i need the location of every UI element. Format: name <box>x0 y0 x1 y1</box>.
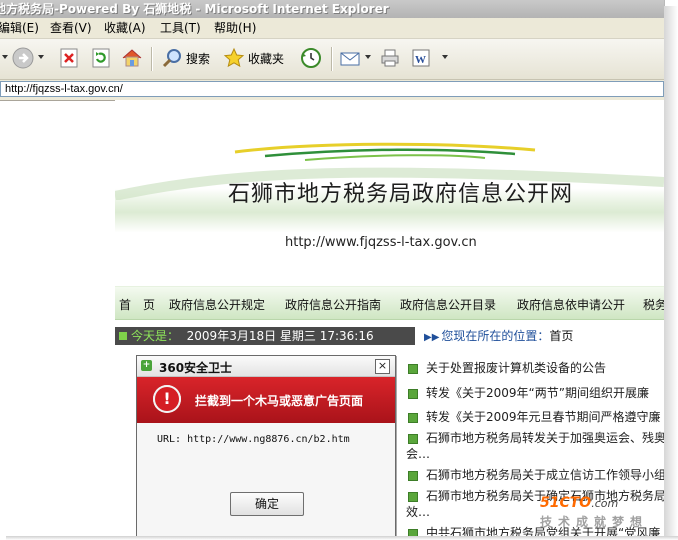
warning-icon: ! <box>153 385 181 413</box>
favorites-button[interactable]: 收藏夹 <box>223 47 284 69</box>
stop-icon <box>60 48 78 68</box>
forward-button[interactable] <box>12 47 34 69</box>
watermark-brand: 51CTO <box>540 495 592 511</box>
location-label: 您现在所在的位置： <box>441 329 550 343</box>
date-panel: 今天是： 2009年3月18日 星期三 17:36:16 <box>115 327 415 345</box>
print-button[interactable] <box>379 47 401 69</box>
news-item-continued: 效… <box>404 505 430 519</box>
svg-text:W: W <box>415 54 426 66</box>
bullet-icon <box>408 364 418 374</box>
edit-icon: W <box>412 49 430 67</box>
news-item[interactable]: 关于处置报废计算机类设备的公告 <box>404 361 606 375</box>
history-button[interactable] <box>300 47 322 69</box>
site-title: 石狮市地方税务局政府信息公开网 <box>228 182 574 207</box>
current-datetime: 2009年3月18日 星期三 17:36:16 <box>186 329 374 343</box>
back-dropdown-icon[interactable] <box>2 55 8 59</box>
bullet-icon <box>408 434 418 444</box>
stop-button[interactable] <box>58 47 80 69</box>
favorites-label: 收藏夹 <box>248 51 285 66</box>
favorites-star-icon <box>223 47 245 68</box>
home-button[interactable] <box>121 47 143 69</box>
nav-home[interactable]: 首 页 <box>119 296 155 313</box>
dialog-title: 360安全卫士 <box>159 361 233 375</box>
address-input[interactable] <box>0 81 664 97</box>
bullet-icon <box>408 492 418 502</box>
toolbar-separator <box>151 47 153 71</box>
forward-icon <box>12 47 34 69</box>
nav-tax[interactable]: 税务 <box>643 296 664 313</box>
news-title: 石狮市地方税务局关于成立信访工作领导小组 <box>426 468 665 482</box>
location-breadcrumb: ▶▶ 您现在所在的位置：首页 <box>424 327 573 347</box>
home-icon <box>122 49 142 67</box>
edit-button[interactable]: W <box>410 47 432 69</box>
nav-disclosure-request[interactable]: 政府信息依申请公开 <box>517 296 625 313</box>
forward-dropdown-icon[interactable] <box>38 55 44 59</box>
menu-favorites[interactable]: 收藏(A) <box>104 21 146 35</box>
security-alert-dialog: + 360安全卫士 × ! 拦截到一个木马或恶意广告页面 URL: http:/… <box>136 355 396 536</box>
nav-disclosure-guide[interactable]: 政府信息公开指南 <box>285 296 381 313</box>
news-title-continued: 会… <box>406 447 431 461</box>
nav-disclosure-rules[interactable]: 政府信息公开规定 <box>169 296 265 313</box>
menu-view[interactable]: 查看(V) <box>50 21 92 35</box>
bullet-icon <box>408 413 418 423</box>
watermark: 51CTO.com 技术成就梦想 <box>540 495 664 535</box>
menu-help[interactable]: 帮助(H) <box>214 21 256 35</box>
mail-icon <box>340 52 360 66</box>
address-bar <box>0 80 664 101</box>
date-bar: 今天是： 2009年3月18日 星期三 17:36:16 ▶▶ 您现在所在的位置：… <box>115 327 664 345</box>
menu-tools[interactable]: 工具(T) <box>160 21 201 35</box>
blocked-url: URL: http://www.ng8876.cn/b2.htm <box>157 434 350 445</box>
news-item[interactable]: 转发《关于2009年元旦春节期间严格遵守廉 <box>404 410 661 424</box>
site-nav: 首 页 政府信息公开规定 政府信息公开指南 政府信息公开目录 政府信息依申请公开… <box>115 286 664 320</box>
refresh-button[interactable] <box>90 47 112 69</box>
news-title: 石狮市地方税务局转发关于加强奥运会、残奥 <box>426 431 665 445</box>
toolbar: 搜索 收藏夹 W <box>0 39 664 80</box>
watermark-slogan: 技术成就梦想 <box>540 515 649 529</box>
double-arrow-icon: ▶▶ <box>424 332 440 343</box>
alert-message: 拦截到一个木马或恶意广告页面 <box>195 394 364 408</box>
bullet-icon <box>408 471 418 481</box>
search-icon <box>162 49 181 68</box>
page-shadow-bottom <box>6 536 678 540</box>
breadcrumb-home[interactable]: 首页 <box>549 329 573 343</box>
date-square-icon <box>119 332 127 340</box>
search-button[interactable]: 搜索 <box>161 47 210 69</box>
today-label: 今天是： <box>131 329 180 343</box>
news-item[interactable]: 石狮市地方税务局关于成立信访工作领导小组 <box>404 468 665 482</box>
browser-window: 地方税务局-Powered By 石狮地税 - Microsoft Intern… <box>0 0 665 536</box>
mail-button[interactable] <box>339 47 361 69</box>
menu-edit[interactable]: 编辑(E) <box>0 21 39 35</box>
dialog-title-bar: + 360安全卫士 × <box>137 356 395 377</box>
ok-button[interactable]: 确定 <box>230 492 304 516</box>
news-title: 关于处置报废计算机类设备的公告 <box>426 361 607 375</box>
alert-banner: ! 拦截到一个木马或恶意广告页面 <box>137 377 395 423</box>
watermark-logo: 51CTO.com <box>540 495 618 511</box>
news-title-continued: 效… <box>406 505 431 519</box>
history-icon <box>301 48 321 68</box>
shield-icon: + <box>141 360 152 371</box>
news-item[interactable]: 转发《关于2009年“两节”期间组织开展廉 <box>404 386 649 400</box>
news-item[interactable]: 石狮市地方税务局转发关于加强奥运会、残奥 <box>404 431 665 445</box>
bullet-icon <box>408 389 418 399</box>
toolbar-separator <box>331 47 333 71</box>
news-item-continued: 会… <box>404 447 430 461</box>
page-shadow-right <box>664 6 678 540</box>
mail-dropdown-icon[interactable] <box>365 55 371 59</box>
news-title: 转发《关于2009年“两节”期间组织开展廉 <box>426 386 649 400</box>
refresh-icon <box>92 48 110 68</box>
window-title: 地方税务局-Powered By 石狮地税 - Microsoft Intern… <box>0 2 389 16</box>
warning-glyph: ! <box>155 387 179 411</box>
edit-dropdown-icon[interactable] <box>442 55 448 59</box>
site-url: http://www.fjqzss-l-tax.gov.cn <box>285 235 477 250</box>
menu-bar: 编辑(E) 查看(V) 收藏(A) 工具(T) 帮助(H) <box>0 18 664 39</box>
search-label: 搜索 <box>186 51 211 66</box>
close-icon[interactable]: × <box>375 359 390 374</box>
nav-disclosure-catalog[interactable]: 政府信息公开目录 <box>400 296 496 313</box>
print-icon <box>381 49 399 67</box>
title-bar: 地方税务局-Powered By 石狮地税 - Microsoft Intern… <box>0 0 664 18</box>
watermark-domain: .com <box>591 497 619 510</box>
bullet-icon <box>408 529 418 536</box>
news-title: 转发《关于2009年元旦春节期间严格遵守廉 <box>426 410 661 424</box>
